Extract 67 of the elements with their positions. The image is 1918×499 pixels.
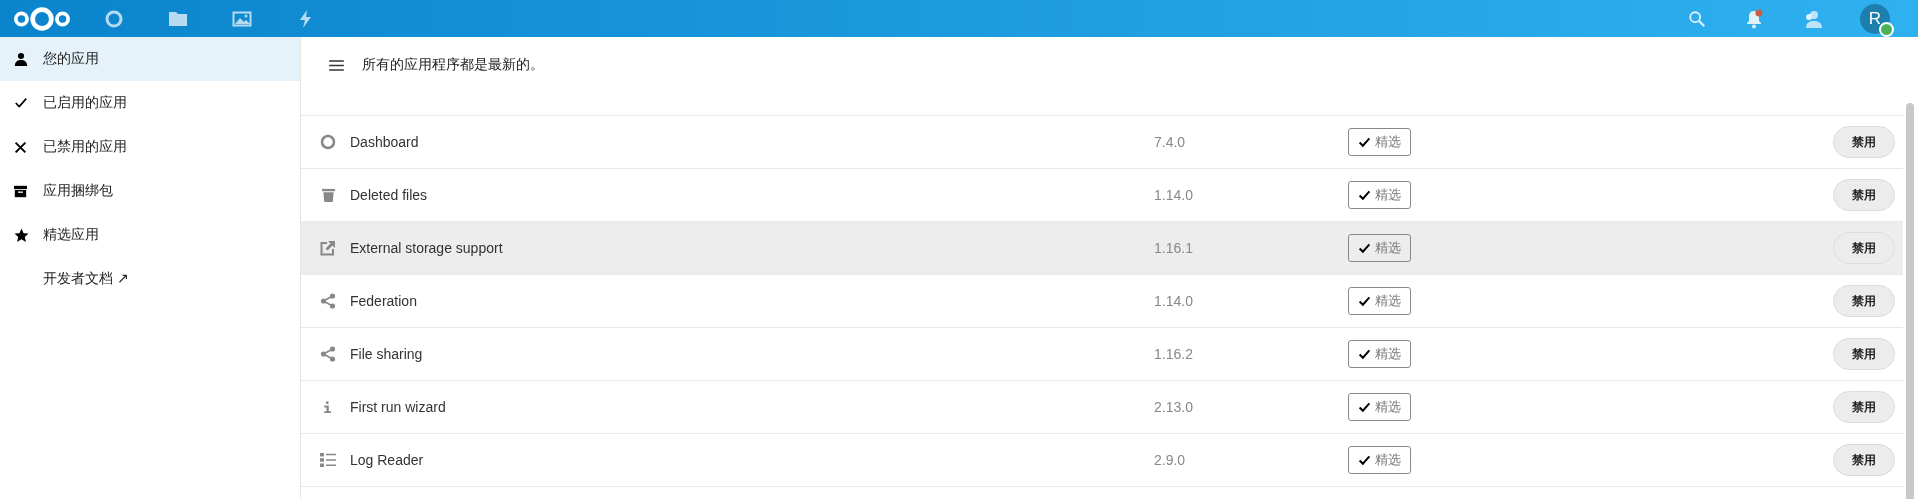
sidebar-item[interactable]: 您的应用: [0, 37, 300, 81]
checkmark-icon: [14, 96, 28, 110]
checkmark-icon: [1358, 241, 1371, 255]
sidebar-item[interactable]: 开发者文档 ↗: [0, 257, 300, 301]
app-name: First run wizard: [350, 399, 447, 415]
checkmark-icon: [1358, 294, 1371, 308]
checkmark-icon: [1358, 400, 1371, 414]
logo-icon[interactable]: [12, 4, 72, 33]
checkmark-icon: [1358, 453, 1371, 467]
list-icon: [320, 452, 336, 468]
app-name: Dashboard: [350, 134, 420, 150]
external-link-icon: [320, 240, 336, 256]
app-row[interactable]: Log Reader 2.9.0 精选 禁用: [301, 434, 1903, 487]
status-message: 所有的应用程序都是最新的。: [362, 56, 544, 74]
sidebar-item[interactable]: 应用捆绑包: [0, 169, 300, 213]
app-name: External storage support: [350, 240, 504, 256]
disable-button[interactable]: 禁用: [1833, 444, 1895, 476]
person-icon: [14, 52, 28, 66]
scrollbar-thumb[interactable]: [1906, 103, 1914, 499]
app-row[interactable]: External storage support 1.16.1 精选 禁用: [301, 222, 1903, 275]
app-version: 1.14.0: [1154, 187, 1194, 203]
archive-icon: [14, 184, 27, 198]
info-icon: [322, 399, 334, 415]
app-row[interactable]: First run wizard 2.13.0 精选 禁用: [301, 381, 1903, 434]
star-icon: [14, 227, 29, 243]
disable-button[interactable]: 禁用: [1833, 126, 1895, 158]
disable-button[interactable]: 禁用: [1833, 391, 1895, 423]
featured-label: 精选: [1375, 398, 1401, 416]
share-icon: [320, 346, 336, 362]
sidebar-item[interactable]: 精选应用: [0, 213, 300, 257]
sidebar-item[interactable]: 已启用的应用: [0, 81, 300, 125]
app-name: Log Reader: [350, 452, 425, 468]
disable-button[interactable]: 禁用: [1833, 285, 1895, 317]
app-version: 2.13.0: [1154, 399, 1194, 415]
status-dot: [1879, 21, 1894, 37]
app-name: File sharing: [350, 346, 424, 362]
featured-label: 精选: [1375, 345, 1401, 363]
circle-icon: [320, 134, 336, 150]
app-version: 1.16.1: [1154, 240, 1194, 256]
disable-button[interactable]: 禁用: [1833, 338, 1895, 370]
sidebar-item[interactable]: 已禁用的应用: [0, 125, 300, 169]
search-icon[interactable]: [1688, 9, 1706, 28]
app-row[interactable]: File sharing 1.16.2 精选 禁用: [301, 328, 1903, 381]
app-version: 1.14.0: [1154, 293, 1194, 309]
app-version: 1.16.2: [1154, 346, 1194, 362]
featured-label: 精选: [1375, 292, 1401, 310]
featured-label: 精选: [1375, 451, 1401, 469]
disable-button[interactable]: 禁用: [1833, 232, 1895, 264]
featured-label: 精选: [1375, 186, 1401, 204]
trash-icon: [320, 187, 336, 203]
app-row[interactable]: Dashboard 7.4.0 精选 禁用: [301, 116, 1903, 169]
bell-icon[interactable]: [1744, 8, 1764, 29]
app-name: Deleted files: [350, 187, 429, 203]
checkmark-icon: [1358, 347, 1371, 361]
share-icon: [320, 293, 336, 309]
dashboard-icon[interactable]: [104, 8, 124, 29]
disable-button[interactable]: 禁用: [1833, 179, 1895, 211]
app-version: 7.4.0: [1154, 134, 1187, 150]
app-name: Federation: [350, 293, 418, 309]
checkmark-icon: [1358, 188, 1371, 202]
checkmark-icon: [1358, 135, 1371, 149]
close-icon: [14, 140, 27, 154]
menu-icon[interactable]: [329, 59, 344, 71]
app-version: 2.9.0: [1154, 452, 1187, 468]
featured-label: 精选: [1375, 239, 1401, 257]
featured-label: 精选: [1375, 133, 1401, 151]
app-row[interactable]: Federation 1.14.0 精选 禁用: [301, 275, 1903, 328]
